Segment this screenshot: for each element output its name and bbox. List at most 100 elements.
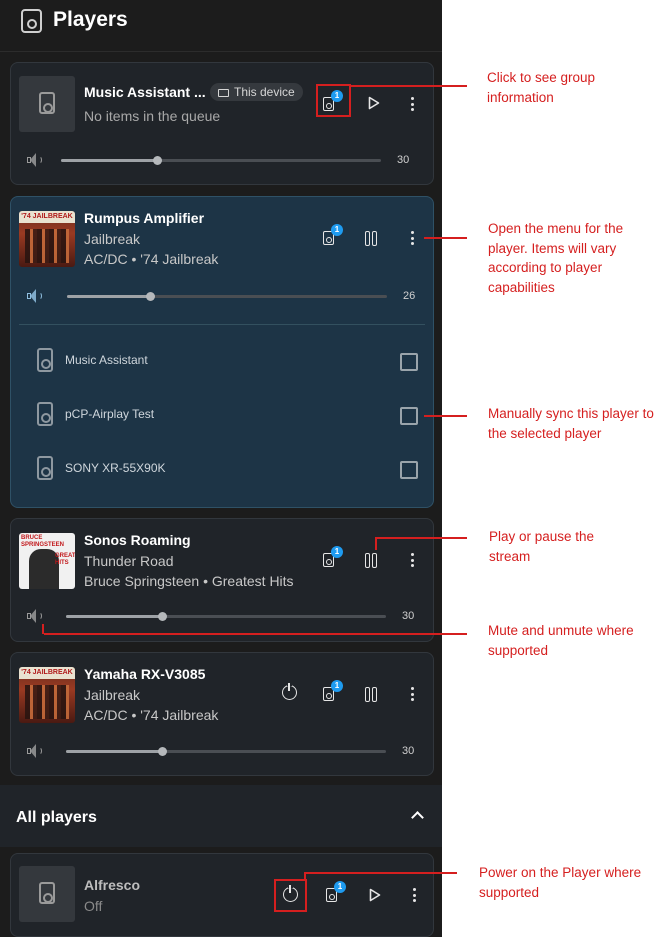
volume-slider[interactable] xyxy=(67,292,387,301)
more-vertical-icon xyxy=(411,687,414,701)
player-artwork-placeholder xyxy=(19,76,75,132)
pause-button[interactable] xyxy=(359,681,385,707)
group-count-badge: 1 xyxy=(331,680,343,692)
volume-slider-thumb[interactable] xyxy=(152,156,162,165)
player-menu-button[interactable] xyxy=(400,547,426,573)
album-art: '74 JAILBREAK xyxy=(19,211,75,267)
annotation-play: Play or pause the stream xyxy=(489,529,595,564)
player-card-alfresco[interactable]: Alfresco Off 1 xyxy=(10,853,434,937)
album-art-text: '74 JAILBREAK xyxy=(19,667,75,679)
speaker-icon xyxy=(37,456,53,480)
track-title: Jailbreak xyxy=(84,231,141,247)
players-panel: Players Music Assistant ... This device … xyxy=(0,0,442,937)
player-name: Music Assistant ... xyxy=(84,84,206,100)
annotation-arrow xyxy=(375,538,377,550)
player-menu-button[interactable] xyxy=(400,91,426,117)
volume-mute-button[interactable] xyxy=(27,152,43,168)
volume-slider-fill xyxy=(66,615,162,618)
group-button[interactable]: 1 xyxy=(317,546,343,573)
volume-mute-button[interactable] xyxy=(27,743,43,759)
annotation-arrow xyxy=(42,624,44,634)
player-name: Yamaha RX-V3085 xyxy=(84,666,206,682)
group-button-highlight xyxy=(316,84,351,117)
sync-player-name: SONY XR-55X90K xyxy=(65,461,166,475)
volume-slider-thumb[interactable] xyxy=(157,612,167,621)
player-card-sonos-roaming[interactable]: BRUCE SPRINGSTEEN GREATEST HITS Sonos Ro… xyxy=(10,518,434,642)
this-device-chip: This device xyxy=(210,83,303,101)
pause-icon xyxy=(365,231,377,246)
annotation-arrow xyxy=(44,633,467,635)
speaker-icon xyxy=(37,402,53,426)
more-vertical-icon xyxy=(413,888,416,902)
volume-value: 26 xyxy=(403,290,416,302)
annotation-arrow xyxy=(304,872,457,874)
divider xyxy=(19,324,425,325)
group-button[interactable]: 1 xyxy=(320,881,346,908)
volume-slider[interactable] xyxy=(66,612,386,621)
player-name: Rumpus Amplifier xyxy=(84,210,205,226)
player-menu-button[interactable] xyxy=(402,882,428,908)
volume-mute-button[interactable] xyxy=(27,608,43,624)
player-card-music-assistant[interactable]: Music Assistant ... This device No items… xyxy=(10,62,434,185)
player-menu-button[interactable] xyxy=(400,225,426,251)
annotation-power: Power on the Player where supported xyxy=(479,865,642,900)
power-button-highlight xyxy=(274,879,307,912)
group-count-badge: 1 xyxy=(331,224,343,236)
sync-player-name: pCP-Airplay Test xyxy=(65,407,155,421)
player-name: Sonos Roaming xyxy=(84,532,191,548)
player-menu-button[interactable] xyxy=(400,681,426,707)
album-art: BRUCE SPRINGSTEEN GREATEST HITS xyxy=(19,533,75,589)
track-artist-album: AC/DC • '74 Jailbreak xyxy=(84,707,219,723)
power-button[interactable] xyxy=(277,680,303,706)
annotation-menu: Open the menu for the player. Items will… xyxy=(488,221,624,295)
speaker-icon xyxy=(21,9,42,33)
pause-button[interactable] xyxy=(359,225,385,251)
speaker-icon xyxy=(39,92,55,114)
play-icon xyxy=(368,96,380,110)
play-button[interactable] xyxy=(361,882,387,908)
album-art-text: BRUCE SPRINGSTEEN xyxy=(21,535,65,548)
group-count-badge: 1 xyxy=(331,546,343,558)
player-card-rumpus-amplifier[interactable]: '74 JAILBREAK Rumpus Amplifier Jailbreak… xyxy=(10,196,434,508)
sync-checkbox-music-assistant[interactable] xyxy=(400,353,418,371)
sync-player-name: Music Assistant xyxy=(65,353,148,367)
annotation-arrow xyxy=(351,85,467,87)
annotation-sync: Manually sync this player to the selecte… xyxy=(488,406,654,441)
volume-value: 30 xyxy=(402,610,415,622)
volume-mute-button[interactable] xyxy=(27,288,43,304)
group-button[interactable]: 1 xyxy=(317,224,343,251)
volume-slider[interactable] xyxy=(66,747,386,756)
volume-slider-fill xyxy=(66,750,162,753)
more-vertical-icon xyxy=(411,553,414,567)
power-icon xyxy=(282,682,297,700)
volume-slider-thumb[interactable] xyxy=(157,747,167,756)
speaker-icon xyxy=(37,348,53,372)
annotation-group: Click to see group information xyxy=(487,70,596,105)
group-button[interactable]: 1 xyxy=(317,680,343,707)
track-artist-album: AC/DC • '74 Jailbreak xyxy=(84,251,219,267)
track-title: Jailbreak xyxy=(84,687,141,703)
sync-checkbox-pcp-airplay-test[interactable] xyxy=(400,407,418,425)
chip-label: This device xyxy=(234,85,295,99)
pause-icon xyxy=(365,687,377,702)
volume-slider-fill xyxy=(67,295,151,298)
annotation-arrow xyxy=(375,537,467,539)
track-artist-album: Bruce Springsteen • Greatest Hits xyxy=(84,573,294,589)
all-players-header[interactable]: All players xyxy=(0,785,442,847)
volume-slider-fill xyxy=(61,159,157,162)
more-vertical-icon xyxy=(411,231,414,245)
sync-checkbox-sony-xr-55x90k[interactable] xyxy=(400,461,418,479)
pause-button[interactable] xyxy=(359,547,385,573)
volume-slider[interactable] xyxy=(61,156,381,165)
volume-value: 30 xyxy=(402,745,415,757)
players-header: Players xyxy=(0,0,442,52)
speaker-icon xyxy=(39,882,55,904)
play-button[interactable] xyxy=(360,90,386,116)
page-title: Players xyxy=(53,8,128,31)
volume-slider-thumb[interactable] xyxy=(145,292,155,301)
player-name: Alfresco xyxy=(84,877,141,893)
annotation-arrow xyxy=(424,237,467,239)
player-card-yamaha-rx-v3085[interactable]: '74 JAILBREAK Yamaha RX-V3085 Jailbreak … xyxy=(10,652,434,776)
chevron-up-icon[interactable] xyxy=(408,807,426,825)
pause-icon xyxy=(365,553,377,568)
